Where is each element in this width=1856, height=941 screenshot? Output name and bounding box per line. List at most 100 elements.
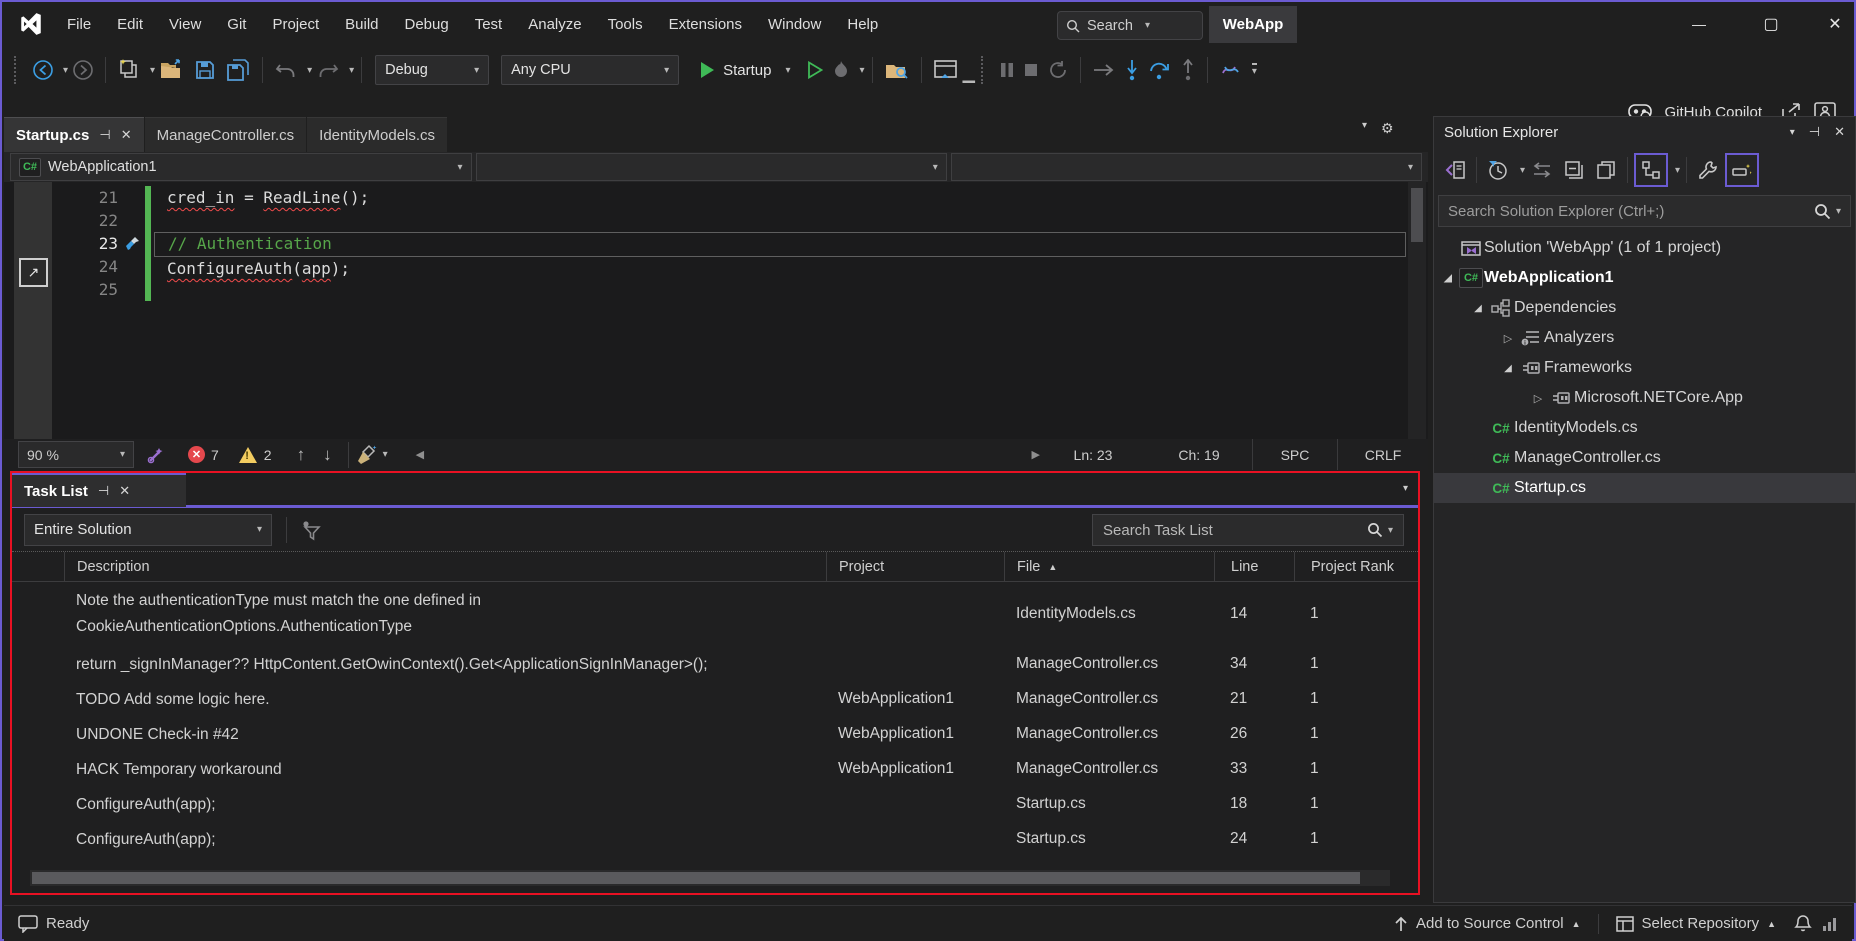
sidebar-item-dependencies[interactable]: ◢Dependencies (1434, 293, 1855, 323)
step-over-button[interactable] (1144, 54, 1176, 86)
switch-views-button[interactable] (1440, 155, 1470, 185)
redo-button[interactable] (312, 54, 344, 86)
code-cleanup-broom-icon[interactable] (356, 444, 378, 466)
sync-with-active-document-button[interactable] (1527, 155, 1557, 185)
menu-help[interactable]: Help (834, 4, 891, 44)
sidebar-item-identitymodels-cs[interactable]: C#IdentityModels.cs (1434, 413, 1855, 443)
pin-icon[interactable]: ⊣ (98, 483, 109, 499)
column-header-project[interactable]: Project (826, 552, 1004, 581)
code-line-21[interactable]: cred_in = ReadLine(); (154, 186, 1406, 209)
document-options-gear-icon[interactable]: ⚙ (1381, 120, 1394, 137)
browser-link-dropdown[interactable]: ▁ (963, 64, 975, 84)
error-count-button[interactable]: ✕ 7 (188, 446, 219, 463)
navigate-to-glyph-icon[interactable]: ↗ (19, 258, 48, 287)
undo-button[interactable] (270, 54, 302, 86)
editor-vertical-scrollbar[interactable] (1408, 182, 1426, 439)
preview-selected-items-button[interactable] (1725, 153, 1759, 187)
maximize-button[interactable]: ▢ (1748, 4, 1794, 44)
open-folder-button[interactable] (155, 54, 189, 86)
table-row[interactable]: Note the authenticationType must match t… (12, 582, 1418, 646)
menu-test[interactable]: Test (462, 4, 516, 44)
scope-dropdown[interactable]: Entire Solution ▾ (24, 514, 272, 546)
close-button[interactable]: ✕ (1812, 4, 1856, 44)
browser-link-button[interactable] (929, 54, 963, 86)
editor-tab-identitymodels-cs[interactable]: IdentityModels.cs (307, 117, 447, 152)
search-box[interactable]: Search ▾ (1057, 11, 1203, 40)
scrollbar-thumb[interactable] (1411, 188, 1423, 242)
solution-explorer-title-bar[interactable]: Solution Explorer ▾ ⊣ ✕ (1434, 117, 1855, 147)
hot-reload-dropdown[interactable]: ▾ (860, 65, 865, 76)
start-debugging-button[interactable]: Startup ▾ (695, 54, 794, 86)
code-line-25[interactable] (154, 280, 1406, 303)
panel-menu-chevron-icon[interactable]: ▾ (1403, 483, 1408, 494)
editor-tab-managecontroller-cs[interactable]: ManageController.cs (145, 117, 307, 152)
restart-button[interactable] (1043, 54, 1073, 86)
step-into-button[interactable] (1120, 54, 1144, 86)
column-header-line[interactable]: Line (1214, 552, 1294, 581)
redo-dropdown[interactable]: ▾ (349, 65, 354, 76)
pin-icon[interactable]: ⊣ (99, 127, 110, 143)
copy-view-button[interactable] (1591, 155, 1621, 185)
menu-git[interactable]: Git (214, 4, 259, 44)
code-lines[interactable]: cred_in = ReadLine();// AuthenticationCo… (154, 186, 1406, 303)
document-dropdown-icon[interactable]: ▾ (1362, 120, 1367, 137)
navigate-back-button[interactable] (28, 54, 58, 86)
tree-collapsed-arrow-icon[interactable]: ▷ (1498, 332, 1518, 345)
pending-changes-filter-button[interactable] (1483, 155, 1513, 185)
toolbar-overflow-button[interactable]: ▾ (1252, 63, 1257, 77)
step-out-button[interactable] (1176, 54, 1200, 86)
menu-project[interactable]: Project (259, 4, 332, 44)
find-in-files-button[interactable] (880, 54, 914, 86)
table-row[interactable]: ConfigureAuth(app);Startup.cs181 (12, 786, 1418, 821)
table-row[interactable]: HACK Temporary workaroundWebApplication1… (12, 751, 1418, 786)
sidebar-item-webapplication1[interactable]: ◢C#WebApplication1 (1434, 263, 1855, 293)
column-header-icon[interactable] (12, 552, 64, 581)
table-row[interactable]: TODO Add some logic here.WebApplication1… (12, 681, 1418, 716)
column-header-file[interactable]: File▲ (1004, 552, 1214, 581)
code-cleanup-dropdown[interactable]: ▾ (383, 449, 388, 460)
column-header-project-rank[interactable]: Project Rank (1294, 552, 1418, 581)
toolbar-grip[interactable] (14, 56, 20, 84)
minimize-button[interactable]: — (1676, 4, 1722, 44)
line-ending-indicator[interactable]: CRLF (1337, 439, 1428, 470)
breadcrumb-member-dropdown[interactable]: ▾ (951, 153, 1422, 181)
table-row[interactable]: UNDONE Check-in #42WebApplication1Manage… (12, 716, 1418, 751)
tree-expanded-arrow-icon[interactable]: ◢ (1498, 363, 1518, 374)
pause-button[interactable] (995, 54, 1019, 86)
save-all-button[interactable] (221, 54, 255, 86)
notifications-bell-icon[interactable] (1794, 914, 1812, 933)
hot-reload-button[interactable] (827, 54, 855, 86)
properties-button[interactable] (1693, 155, 1723, 185)
show-all-files-button[interactable] (1634, 153, 1668, 187)
save-button[interactable] (189, 54, 221, 86)
start-without-debugging-button[interactable] (803, 54, 827, 86)
menu-tools[interactable]: Tools (595, 4, 656, 44)
code-editor[interactable]: ↗ 2122232425 cred_in = ReadLine();// Aut… (4, 182, 1428, 439)
close-icon[interactable]: ✕ (119, 483, 130, 499)
filter-dropdown[interactable]: ▾ (1520, 165, 1525, 176)
menu-view[interactable]: View (156, 4, 214, 44)
previous-issue-arrow-icon[interactable]: ↑ (288, 445, 315, 465)
line-indicator[interactable]: Ln: 23 (1040, 439, 1146, 470)
feedback-signal-icon[interactable] (1822, 917, 1838, 931)
indentation-indicator[interactable]: SPC (1252, 439, 1337, 470)
code-line-24[interactable]: ConfigureAuth(app); (154, 257, 1406, 280)
sidebar-item-startup-cs[interactable]: C#Startup.cs (1434, 473, 1855, 503)
solution-platform-dropdown[interactable]: Any CPU▾ (501, 55, 679, 85)
task-list-horizontal-scrollbar[interactable] (30, 870, 1390, 886)
code-line-22[interactable] (154, 209, 1406, 232)
code-health-icon[interactable] (146, 445, 166, 465)
table-row[interactable]: ConfigureAuth(app);Startup.cs241 (12, 821, 1418, 856)
hscroll-left-arrow-icon[interactable]: ◀ (416, 448, 424, 461)
sidebar-item-solution-webapp-1-of-1-project[interactable]: Solution 'WebApp' (1 of 1 project) (1434, 233, 1855, 263)
sidebar-item-frameworks[interactable]: ◢Frameworks (1434, 353, 1855, 383)
solution-configuration-dropdown[interactable]: Debug▾ (375, 55, 489, 85)
pin-icon[interactable]: ⊣ (1809, 124, 1820, 140)
close-icon[interactable]: ✕ (121, 127, 132, 143)
zoom-dropdown[interactable]: 90 % ▾ (18, 441, 134, 468)
diagnostics-button[interactable] (1215, 54, 1247, 86)
show-next-statement-button[interactable] (1088, 54, 1120, 86)
tree-expanded-arrow-icon[interactable]: ◢ (1468, 303, 1488, 314)
filter-icon[interactable] (301, 519, 321, 541)
menu-build[interactable]: Build (332, 4, 391, 44)
